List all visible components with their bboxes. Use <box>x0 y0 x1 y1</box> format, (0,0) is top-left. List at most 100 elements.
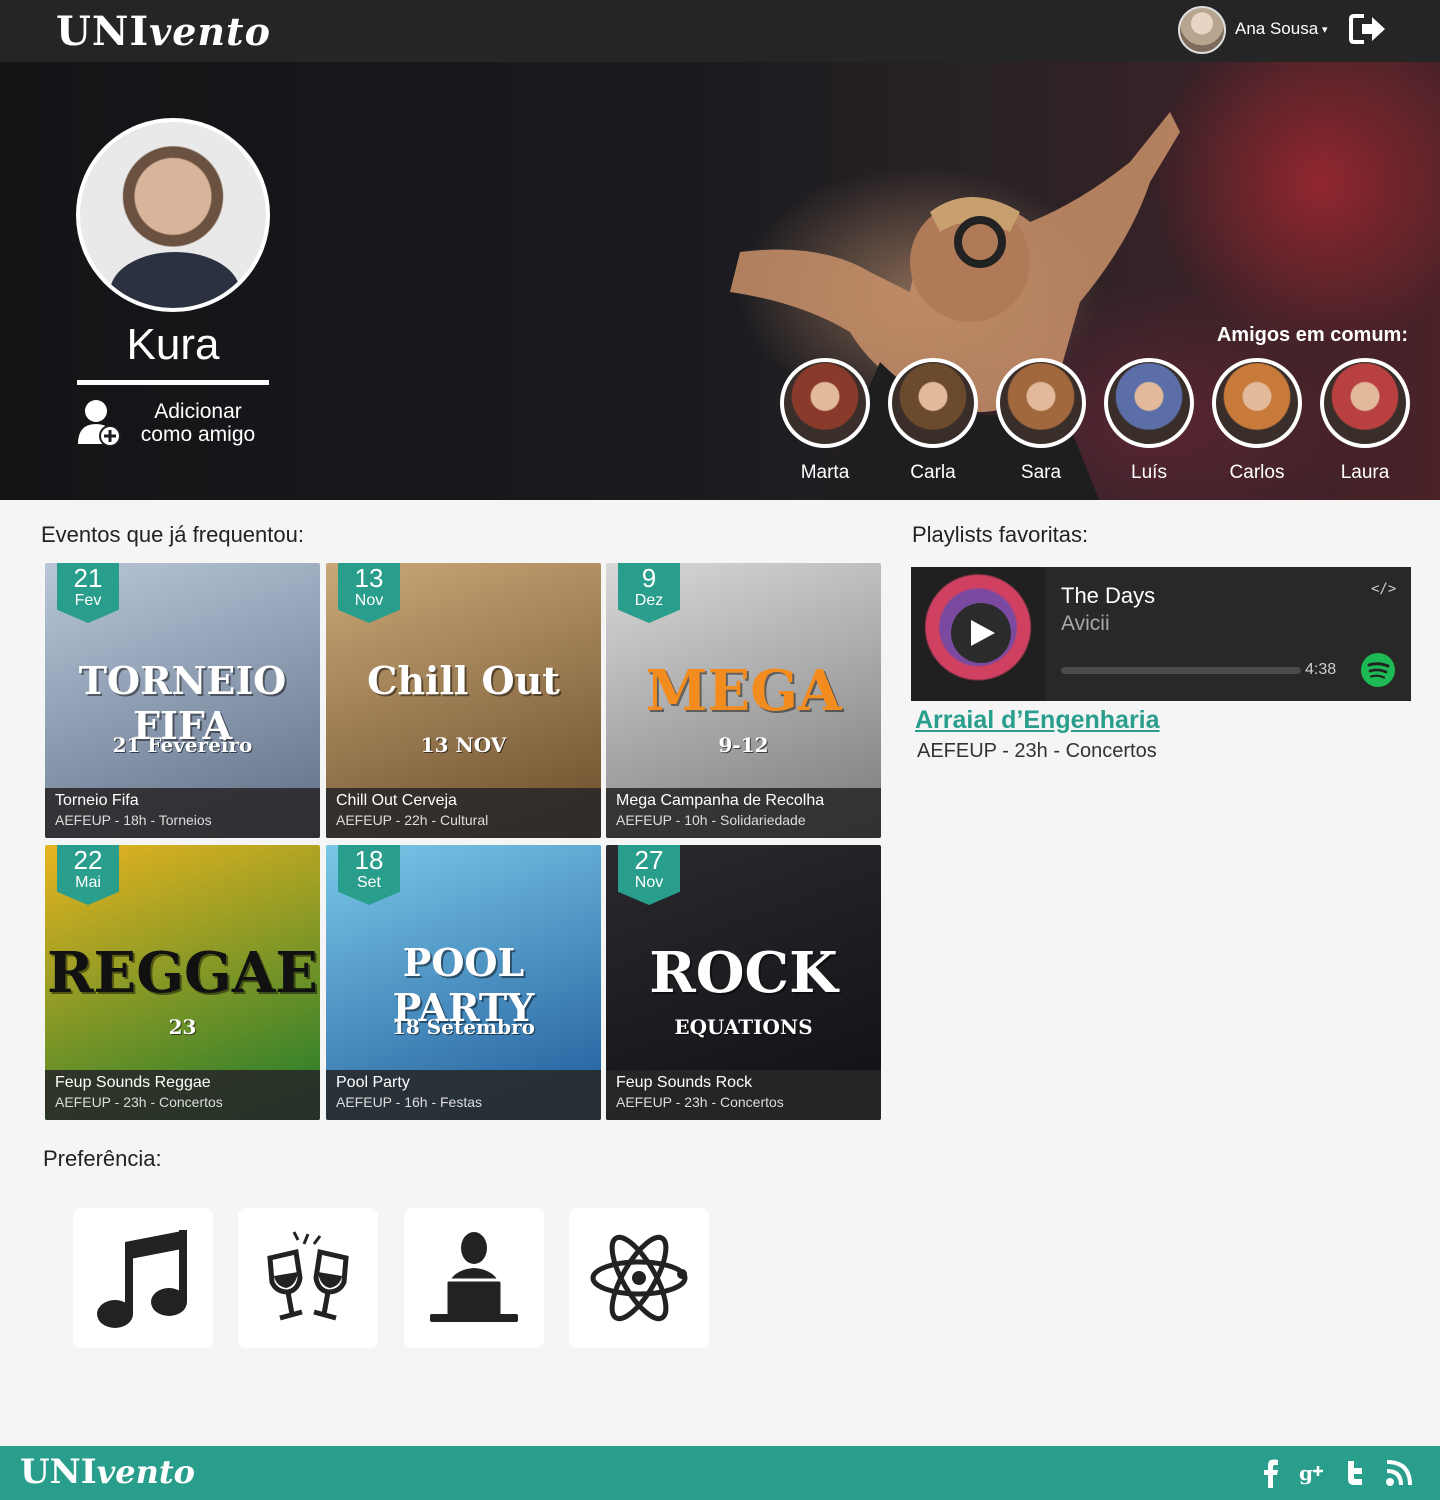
friend-item[interactable]: Sara <box>996 358 1086 484</box>
logo-main: UNI <box>56 8 150 55</box>
footer-logo[interactable]: UNIvento <box>20 1452 195 1492</box>
friend-avatar[interactable] <box>1320 358 1410 448</box>
event-card[interactable]: TORNEIO FIFA 21 Fevereiro 21 Fev Torneio Fif… <box>45 563 320 838</box>
song-duration: 4:38 <box>1305 661 1337 678</box>
friend-item[interactable]: Laura <box>1320 358 1410 484</box>
play-button[interactable] <box>951 603 1011 663</box>
event-day: 13 <box>354 563 384 593</box>
song-title: The Days <box>1061 583 1156 608</box>
event-meta: AEFEUP - 16h - Festas <box>336 1094 483 1110</box>
event-poster-subtitle: 18 Setembro <box>392 1015 535 1039</box>
event-month: Mai <box>75 874 101 891</box>
add-friend-button[interactable]: Adicionar como amigo <box>130 400 266 446</box>
facebook-icon[interactable] <box>1256 1458 1286 1488</box>
events-title: Eventos que já frequentou: <box>41 522 304 547</box>
logout-icon[interactable] <box>1348 12 1388 46</box>
event-title[interactable]: Feup Sounds Rock <box>616 1074 871 1092</box>
spotify-icon[interactable] <box>1361 653 1395 687</box>
event-poster-title: ROCK <box>649 940 838 1006</box>
event-title[interactable]: Pool Party <box>336 1074 591 1092</box>
event-title[interactable]: Mega Campanha de Recolha <box>616 792 871 810</box>
rss-icon[interactable] <box>1384 1458 1414 1488</box>
event-card[interactable]: ROCK EQUATIONS 27 Nov Feup Sounds Rock AEFEUP… <box>606 845 881 1120</box>
event-month: Nov <box>354 592 384 609</box>
logo-script: vento <box>149 9 271 54</box>
event-caption: Feup Sounds Rock AEFEUP - 23h - Concertos <box>606 1070 881 1120</box>
friend-item[interactable]: Carla <box>888 358 978 484</box>
friend-name: Sara <box>1020 462 1062 483</box>
event-caption: Torneio Fifa AEFEUP - 18h - Torneios <box>45 788 320 838</box>
google-plus-icon[interactable]: g <box>1298 1458 1328 1488</box>
event-title[interactable]: Torneio Fifa <box>55 792 310 810</box>
profile-hero: Kura Adicionar como amigo Amigos em comu… <box>0 62 1440 500</box>
playlist-event-meta: AEFEUP - 23h - Concertos <box>917 740 1157 762</box>
event-day: 18 <box>354 845 384 875</box>
logo[interactable]: UNIvento <box>56 8 271 55</box>
event-day: 27 <box>634 845 664 875</box>
event-caption: Pool Party AEFEUP - 16h - Festas <box>326 1070 601 1120</box>
event-day: 9 <box>641 563 657 593</box>
friend-item[interactable]: Marta <box>780 358 870 484</box>
footer-logo-main: UNI <box>20 1452 97 1492</box>
event-day: 21 <box>73 563 103 593</box>
friend-name: Carla <box>910 462 956 483</box>
friend-avatar[interactable] <box>1104 358 1194 448</box>
twitter-icon[interactable] <box>1340 1458 1370 1488</box>
event-caption: Chill Out Cerveja AEFEUP - 22h - Cultural <box>326 788 601 838</box>
user-name[interactable]: Ana Sousa <box>1235 19 1318 39</box>
user-avatar[interactable] <box>1178 6 1226 54</box>
playlist-event-link[interactable]: Arraial d’Engenharia <box>915 706 1160 735</box>
event-card[interactable]: REGGAE 23 22 Mai Feup Sounds Reggae AEFEUP - … <box>45 845 320 1120</box>
profile-avatar <box>76 118 270 312</box>
friend-item[interactable]: Carlos <box>1212 358 1302 484</box>
embed-code-icon[interactable]: </> <box>1371 581 1396 597</box>
top-bar: UNIvento Ana Sousa ▾ <box>0 0 1440 62</box>
chevron-down-icon[interactable]: ▾ <box>1322 23 1328 36</box>
event-card[interactable]: POOL PARTY 18 Setembro 18 Set Pool Party AEFE… <box>326 845 601 1120</box>
progress-bar[interactable] <box>1061 667 1301 674</box>
friend-avatar[interactable] <box>780 358 870 448</box>
footer-logo-script: vento <box>96 1453 195 1491</box>
friend-item[interactable]: Luís <box>1104 358 1194 484</box>
add-friend-icon[interactable] <box>76 398 122 448</box>
event-caption: Feup Sounds Reggae AEFEUP - 23h - Concert… <box>45 1070 320 1120</box>
event-meta: AEFEUP - 23h - Concertos <box>616 1094 784 1110</box>
event-title[interactable]: Chill Out Cerveja <box>336 792 591 810</box>
footer: UNIvento g <box>0 1446 1440 1500</box>
laptop-user-icon <box>430 1232 518 1322</box>
play-icon <box>971 620 995 646</box>
event-poster-subtitle: EQUATIONS <box>674 1015 813 1039</box>
event-month: Nov <box>634 874 664 891</box>
event-card[interactable]: Chill Out 13 NOV 13 Nov Chill Out Cerveja AEF… <box>326 563 601 838</box>
event-meta: AEFEUP - 10h - Solidariedade <box>616 812 806 828</box>
preference-technology[interactable] <box>404 1208 544 1348</box>
event-poster-title: Chill Out <box>367 658 560 703</box>
playlists-title: Playlists favoritas: <box>912 522 1089 547</box>
friend-name: Marta <box>800 462 850 483</box>
preference-music[interactable] <box>73 1208 213 1348</box>
event-poster-subtitle: 9-12 <box>718 733 769 757</box>
friend-avatar[interactable] <box>1212 358 1302 448</box>
friend-avatar[interactable] <box>888 358 978 448</box>
profile-name: Kura <box>126 320 220 369</box>
friend-name: Luís <box>1131 462 1167 483</box>
spotify-player: The Days Avicii </> 4:38 <box>911 567 1411 701</box>
event-meta: AEFEUP - 23h - Concertos <box>55 1094 223 1110</box>
event-card[interactable]: MEGA 9-12 9 Dez Mega Campanha de Recolha AEFE… <box>606 563 881 838</box>
event-caption: Mega Campanha de Recolha AEFEUP - 10h - S… <box>606 788 881 838</box>
event-month: Dez <box>634 592 664 609</box>
friend-name: Laura <box>1340 462 1390 483</box>
event-poster-title: MEGA <box>645 658 842 724</box>
event-poster-subtitle: 13 NOV <box>420 733 507 757</box>
event-title[interactable]: Feup Sounds Reggae <box>55 1074 310 1092</box>
event-month: Fev <box>74 592 102 609</box>
event-day: 22 <box>73 845 103 875</box>
event-poster-title: REGGAE <box>46 940 318 1006</box>
preference-drinks[interactable] <box>238 1208 378 1348</box>
preference-science[interactable] <box>569 1208 709 1348</box>
event-poster-subtitle: 21 Fevereiro <box>112 733 253 757</box>
event-meta: AEFEUP - 18h - Torneios <box>55 812 212 828</box>
preferences-title: Preferência: <box>43 1146 162 1171</box>
toast-glasses-icon <box>267 1231 349 1321</box>
friend-avatar[interactable] <box>996 358 1086 448</box>
